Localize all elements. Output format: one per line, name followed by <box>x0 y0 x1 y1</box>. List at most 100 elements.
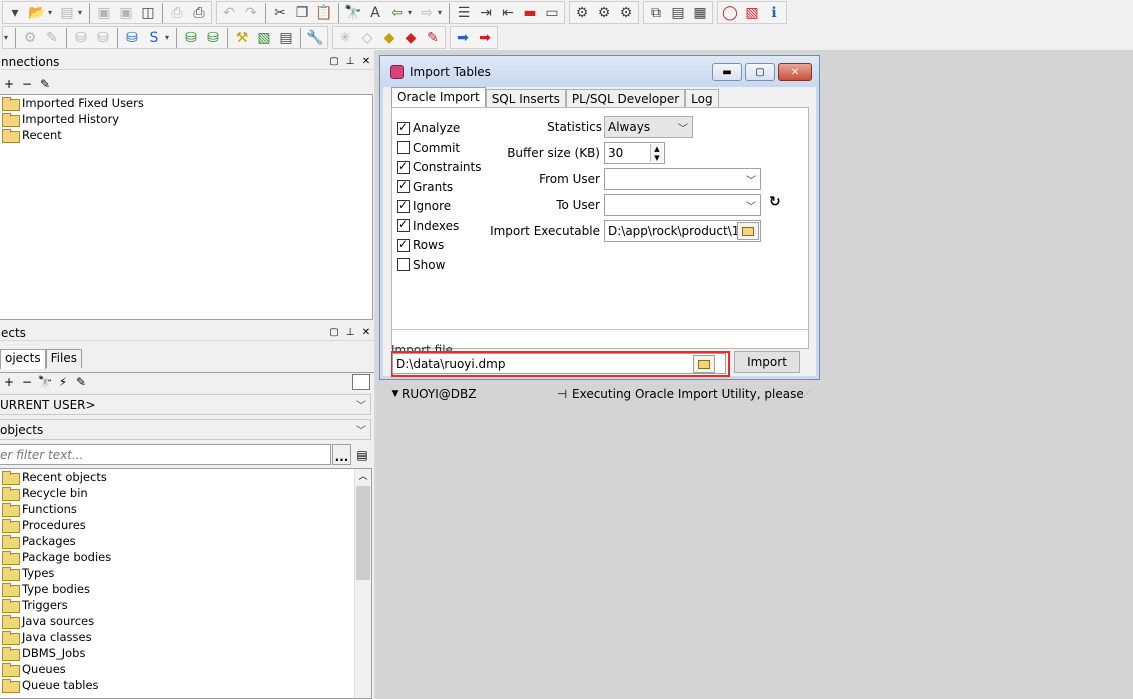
close-button[interactable]: ✕ <box>778 63 812 81</box>
user-combo[interactable]: URRENT USER> ﹀ <box>0 394 371 415</box>
add-object-icon[interactable]: + <box>0 375 18 389</box>
option-analyze-checkbox[interactable]: Analyze <box>397 120 460 136</box>
new-sql-window-icon[interactable]: ⛁ <box>121 27 143 49</box>
option-grants-checkbox[interactable]: Grants <box>397 178 453 195</box>
sql-window-dropdown-icon[interactable]: ▾ <box>165 33 173 42</box>
beautify-icon[interactable]: ◆ <box>378 27 400 49</box>
checkbox-icon[interactable] <box>397 217 410 232</box>
panel-float-icon[interactable]: ▢ <box>326 327 342 338</box>
cut-icon[interactable]: ✂ <box>269 2 291 24</box>
resize-grip-icon[interactable]: ⋰ <box>803 389 813 398</box>
import-button[interactable]: Import <box>734 351 800 373</box>
import-icon[interactable]: ⛁ <box>202 27 224 49</box>
checkbox-icon[interactable] <box>397 159 410 174</box>
save-as-icon[interactable]: ▣ <box>115 2 137 24</box>
print-dropdown-icon[interactable]: ▤ <box>56 2 78 24</box>
tree-item[interactable]: Recent objects <box>0 469 371 485</box>
redo-icon[interactable]: ↷ <box>240 2 262 24</box>
copy-icon[interactable]: ❐ <box>291 2 313 24</box>
find-object-icon[interactable]: 🔭 <box>36 375 54 389</box>
next-dropdown-icon[interactable]: ▾ <box>438 8 446 17</box>
bookmark-icon[interactable]: ◆ <box>400 27 422 49</box>
edit-object-icon[interactable]: ✎ <box>72 375 90 389</box>
browse-executable-button[interactable] <box>737 222 759 240</box>
filter-input[interactable]: er filter text... <box>0 444 331 465</box>
window-tile-icon[interactable]: ▤ <box>667 2 689 24</box>
refresh-icon[interactable]: ↻ <box>769 194 781 210</box>
exec-dropdown-icon[interactable]: ▾ <box>4 33 12 42</box>
minimize-button[interactable]: ▬ <box>712 63 742 81</box>
macro-icon[interactable]: ✎ <box>422 27 444 49</box>
edit-connection-icon[interactable]: ✎ <box>36 77 54 91</box>
unindent-icon[interactable]: ⇤ <box>497 2 519 24</box>
comment-icon[interactable]: ▬ <box>519 2 541 24</box>
rollback-icon[interactable]: ⛁ <box>92 27 114 49</box>
spin-up-icon[interactable]: ▲ <box>654 145 659 153</box>
page-setup-icon[interactable]: ⎙ <box>188 2 210 24</box>
print-dropdown-arrow-icon[interactable]: ▾ <box>78 8 86 17</box>
back-arrow-icon[interactable]: ➡ <box>452 27 474 49</box>
statistics-select[interactable]: Always ﹀ <box>604 116 693 138</box>
find-icon[interactable]: 🔭 <box>342 2 364 24</box>
status-connection[interactable]: RUOYI@DBZ <box>402 387 552 401</box>
import-file-input[interactable]: D:\data\ruoyi.dmp <box>392 353 726 374</box>
browse-import-file-button[interactable] <box>693 355 715 373</box>
tree-item[interactable]: Type bodies <box>0 581 371 597</box>
panel-close-icon[interactable]: ✕ <box>358 56 374 67</box>
undo-icon[interactable]: ↶ <box>218 2 240 24</box>
uncomment-icon[interactable]: ▭ <box>541 2 563 24</box>
option-ignore-checkbox[interactable]: Ignore <box>397 198 451 214</box>
session-icon[interactable]: ⚙ <box>615 2 637 24</box>
tree-item[interactable]: Java classes <box>0 629 371 645</box>
checkbox-icon[interactable] <box>397 178 410 193</box>
tools-icon[interactable]: 🔧 <box>304 27 326 49</box>
tab-sql-inserts[interactable]: SQL Inserts <box>485 89 566 108</box>
tree-item[interactable]: Imported History <box>0 111 372 127</box>
maximize-button[interactable]: ▢ <box>745 63 775 81</box>
scroll-up-icon[interactable]: ︿ <box>355 469 371 485</box>
import-executable-input[interactable]: D:\app\rock\product\11 <box>604 220 761 242</box>
objects-scrollbar[interactable]: ︿ <box>354 469 371 698</box>
tab-files[interactable]: Files <box>45 349 82 368</box>
from-user-select[interactable]: ﹀ <box>604 168 761 190</box>
new-file-icon[interactable]: ▾ <box>4 2 26 24</box>
next-icon[interactable]: ⇨ <box>416 2 438 24</box>
forward-arrow-icon[interactable]: ➡ <box>474 27 496 49</box>
select-all-icon[interactable]: ☰ <box>453 2 475 24</box>
report-icon[interactable]: ▧ <box>253 27 275 49</box>
tab-oracle-import[interactable]: Oracle Import <box>391 87 486 108</box>
panel-close-icon[interactable]: ✕ <box>358 327 374 338</box>
print-icon[interactable]: ⎙ <box>166 2 188 24</box>
panel-pin-icon[interactable]: ⊥ <box>342 327 358 338</box>
tree-item[interactable]: Recycle bin <box>0 485 371 501</box>
goto-dropdown-icon[interactable]: ▾ <box>408 8 416 17</box>
paste-icon[interactable]: 📋 <box>313 2 335 24</box>
oracle-icon[interactable]: ◯ <box>719 2 741 24</box>
tab-log[interactable]: Log <box>685 89 719 108</box>
compile-icon[interactable]: ⚙ <box>19 27 41 49</box>
tree-item[interactable]: Functions <box>0 501 371 517</box>
tree-item[interactable]: Imported Fixed Users <box>0 95 372 111</box>
tree-item[interactable]: Package bodies <box>0 549 371 565</box>
sql-window-icon[interactable]: S <box>143 27 165 49</box>
goto-icon[interactable]: ⇦ <box>386 2 408 24</box>
tree-item[interactable]: Java sources <box>0 613 371 629</box>
replace-icon[interactable]: A <box>364 2 386 24</box>
indent-icon[interactable]: ⇥ <box>475 2 497 24</box>
break-icon[interactable]: ✎ <box>41 27 63 49</box>
tree-item[interactable]: Packages <box>0 533 371 549</box>
save-icon[interactable]: ▣ <box>93 2 115 24</box>
window-cascade-icon[interactable]: ⧉ <box>645 2 667 24</box>
option-rows-checkbox[interactable]: Rows <box>397 237 444 253</box>
checkbox-icon[interactable] <box>397 237 410 252</box>
tree-item[interactable]: DBMS_Jobs <box>0 645 371 661</box>
log-on-icon[interactable]: ⚙ <box>571 2 593 24</box>
option-show-checkbox[interactable]: Show <box>397 257 445 273</box>
tab-plsql-developer[interactable]: PL/SQL Developer <box>565 89 686 108</box>
connection-dropdown-icon[interactable]: ▼ <box>388 389 402 399</box>
objects-view-toggle[interactable] <box>352 373 370 390</box>
window-list-icon[interactable]: ▦ <box>689 2 711 24</box>
panel-float-icon[interactable]: ▢ <box>326 56 342 67</box>
tree-item[interactable]: Triggers <box>0 597 371 613</box>
to-user-select[interactable]: ﹀ <box>604 194 761 216</box>
